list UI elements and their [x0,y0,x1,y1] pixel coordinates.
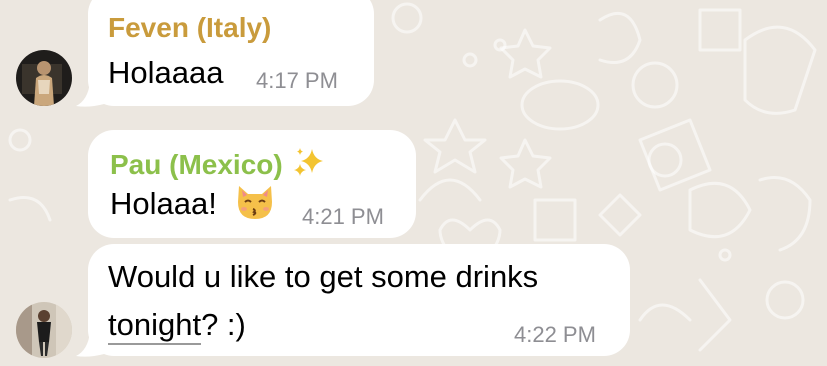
message-bubble[interactable]: Feven (Italy) Holaaaa 4:17 PM [88,0,374,106]
message-text: Holaaa! [110,186,217,221]
message-text-rest: ? :) [201,307,246,342]
message-sender[interactable]: Pau (Mexico) [110,146,326,181]
kissing-cat-icon [238,186,272,219]
detected-date-link[interactable]: tonight [108,307,202,345]
message-bubble[interactable]: Would u like to get some drinks tonight?… [88,244,630,356]
message-text-line-1: Would u like to get some drinks [108,259,539,294]
message-sender[interactable]: Feven (Italy) [108,12,271,44]
message-timestamp: 4:17 PM [256,68,338,93]
message-text-line-2: tonight? :) [108,306,246,345]
message-timestamp: 4:21 PM [302,204,384,229]
sparkles-icon [294,148,324,176]
own-avatar[interactable] [16,302,72,358]
sender-name: Pau (Mexico) [110,149,283,180]
message-text: Holaaaa [108,55,224,90]
message-bubble[interactable]: Pau (Mexico) Holaaa! 4:21 PM [88,130,416,238]
sender-avatar-feven[interactable] [16,50,72,106]
message-timestamp: 4:22 PM [514,322,596,347]
